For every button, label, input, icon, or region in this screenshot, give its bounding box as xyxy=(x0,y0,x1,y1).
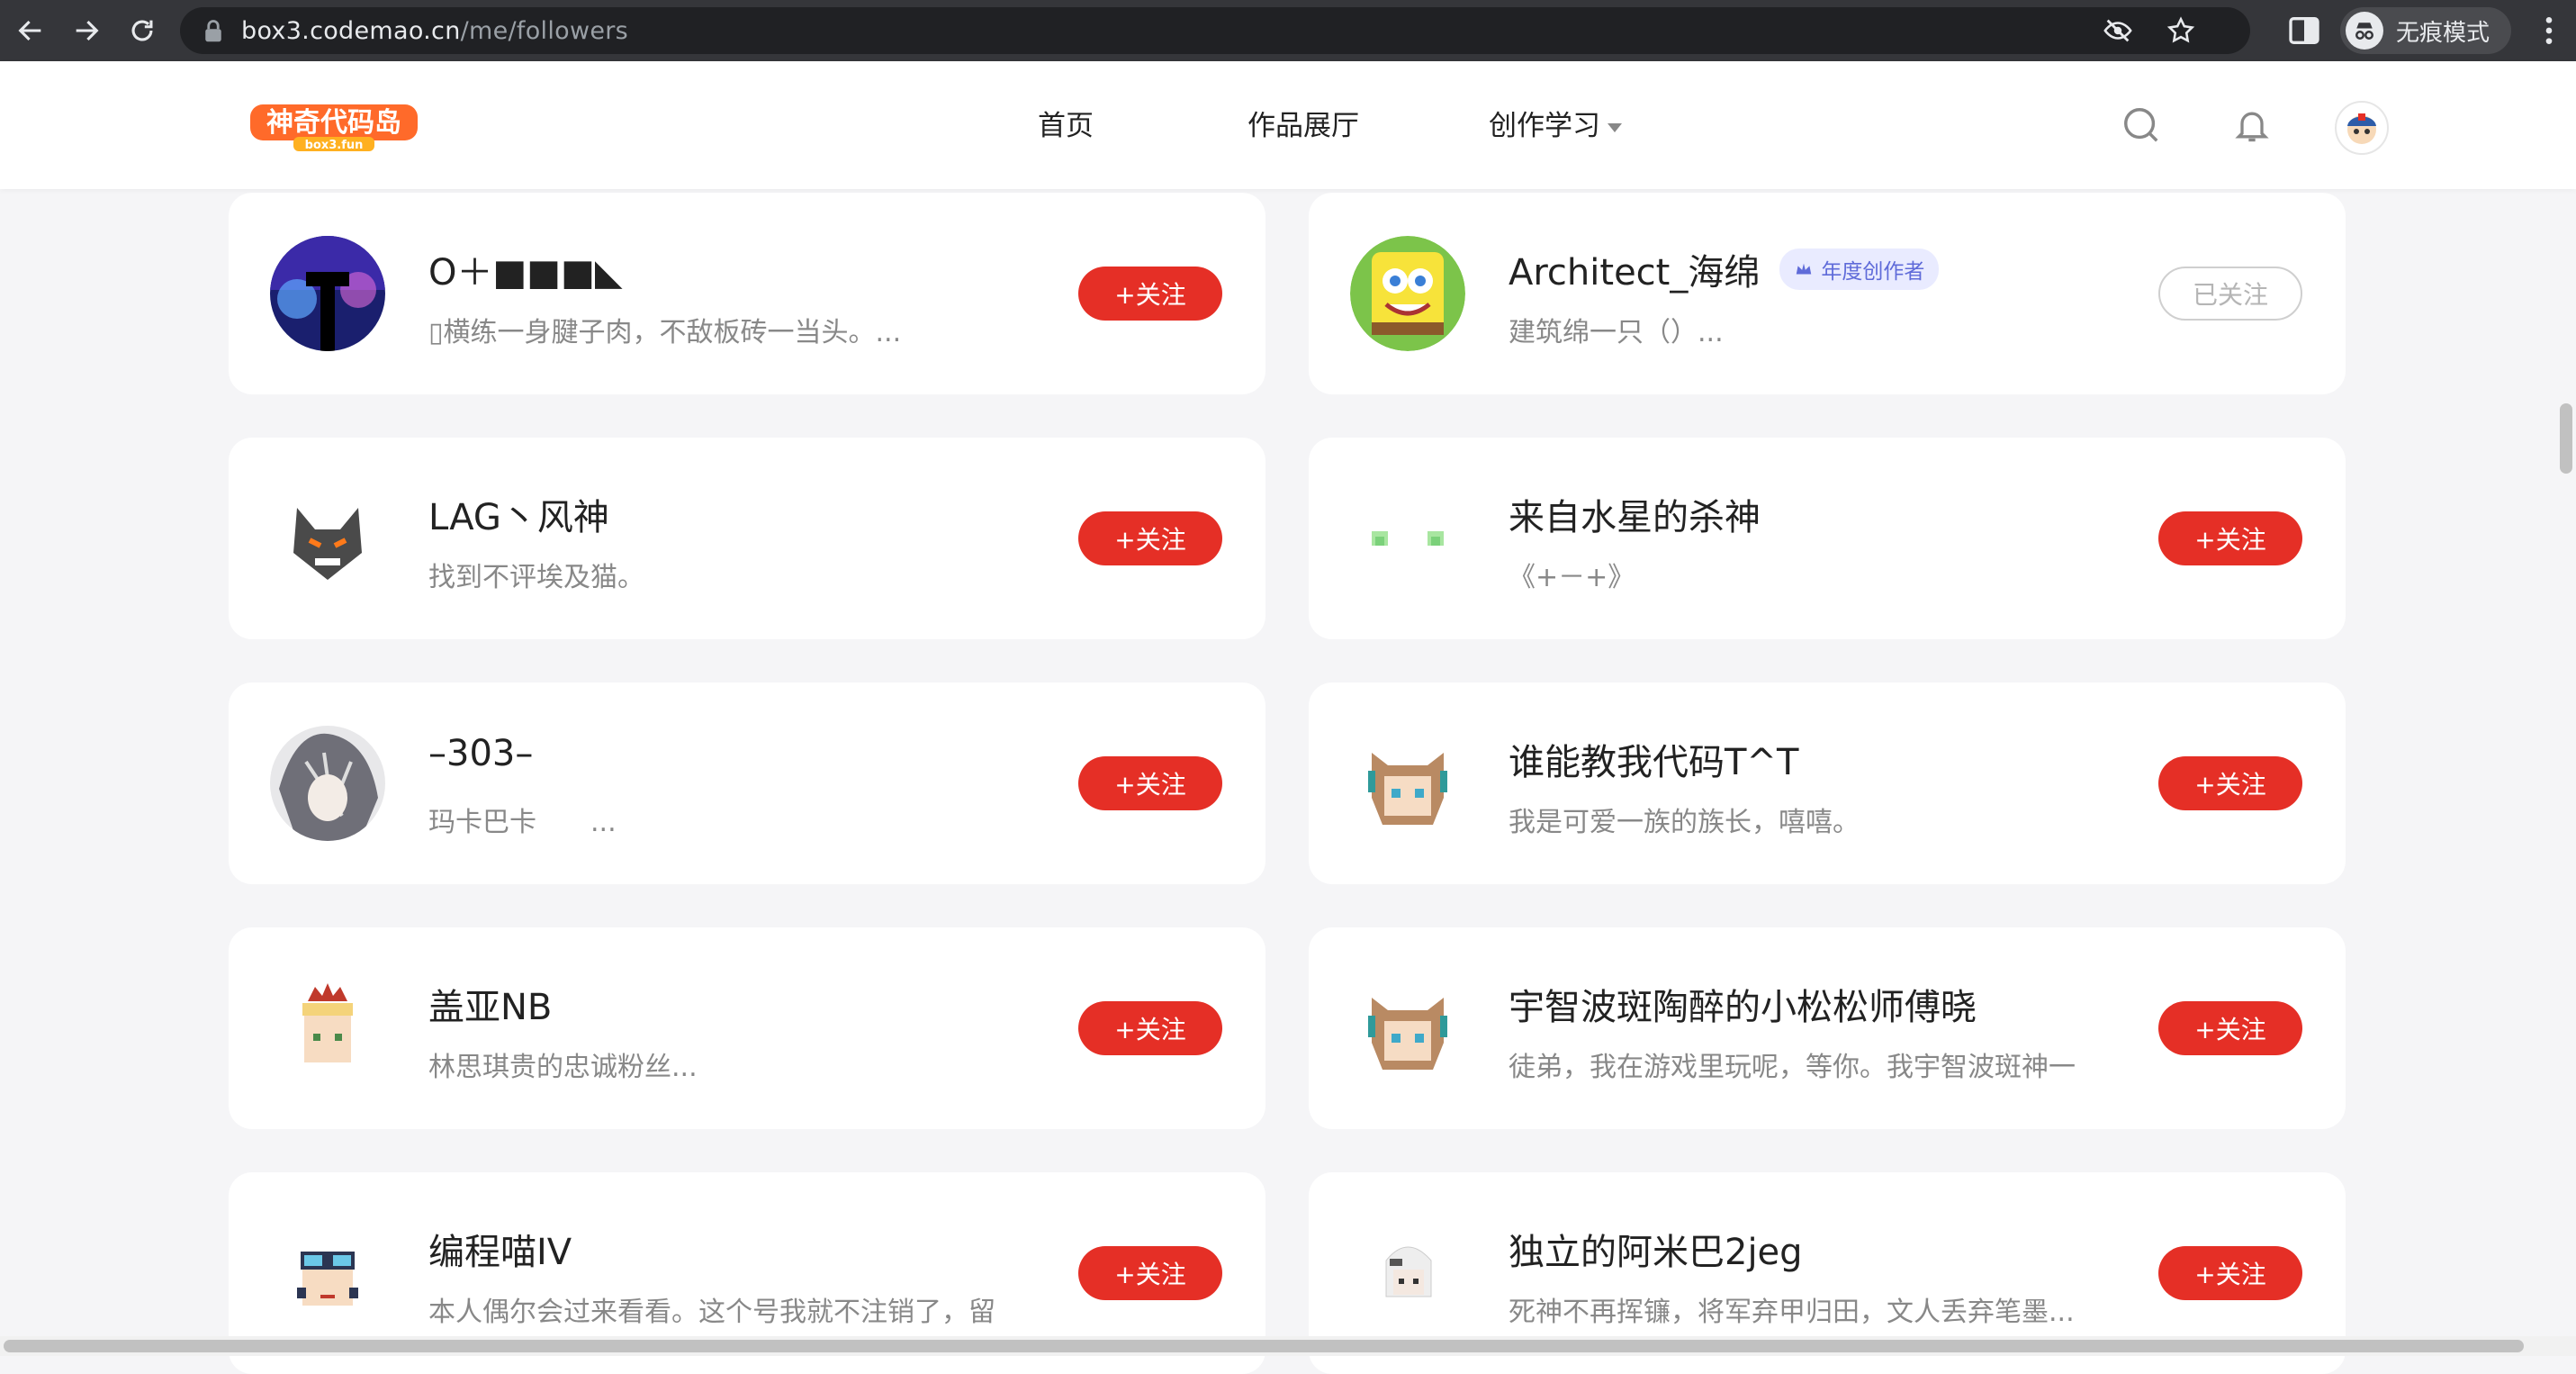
vertical-scroll-thumb[interactable] xyxy=(2560,403,2572,474)
vertical-scrollbar[interactable] xyxy=(2556,189,2576,1347)
url-path: /me/followers xyxy=(460,16,629,45)
follower-bio: ▯横练一身腱子肉，不敌板砖一当头。... xyxy=(428,317,902,348)
follower-card[interactable]: LAG丶风神 找到不评埃及猫。 +关注 xyxy=(229,438,1265,639)
follower-card[interactable]: 宇智波斑陶醉的小松松师傅晓 徒弟，我在游戏里玩呢，等你。我宇智波斑神一 +关注 xyxy=(1309,927,2346,1129)
follower-avatar[interactable] xyxy=(270,236,385,351)
follower-bio: 死神不再挥镰，将军弃甲归田，文人丢弃笔墨... xyxy=(1509,1297,2075,1328)
back-button[interactable] xyxy=(5,5,56,56)
svg-text:神奇代码岛: 神奇代码岛 xyxy=(266,107,401,139)
nav-gallery[interactable]: 作品展厅 xyxy=(1247,103,1359,143)
follower-name[interactable]: Architect_海绵 年度创作者 xyxy=(1509,243,1940,295)
arrow-right-icon xyxy=(76,20,99,41)
follow-button[interactable]: +关注 xyxy=(2158,1001,2302,1055)
follower-bio: 徒弟，我在游戏里玩呢，等你。我宇智波斑神一 xyxy=(1509,1052,2076,1083)
follower-card[interactable]: 盖亚NB 林思琪贵的忠诚粉丝... +关注 xyxy=(229,927,1265,1129)
follower-name[interactable]: 谁能教我代码T^T xyxy=(1509,733,1798,785)
search-icon[interactable] xyxy=(2121,104,2162,146)
follower-name[interactable]: –303– xyxy=(428,733,533,774)
follower-name[interactable]: 宇智波斑陶醉的小松松师傅晓 xyxy=(1509,978,1977,1030)
browser-toolbar: box3.codemao.cn/me/followers 无痕模式 xyxy=(0,0,2576,61)
reload-icon xyxy=(131,20,153,41)
follower-name[interactable]: 编程喵IV xyxy=(428,1223,572,1275)
follower-card[interactable]: 谁能教我代码T^T 我是可爱一族的族长，嘻嘻。 +关注 xyxy=(1309,682,2346,884)
follower-avatar[interactable] xyxy=(1350,481,1465,596)
site-logo[interactable]: 神奇代码岛 box3.fun xyxy=(248,101,419,155)
follower-avatar[interactable] xyxy=(1350,726,1465,841)
follower-name[interactable]: O＋■■■◣ xyxy=(428,243,623,295)
address-bar[interactable]: box3.codemao.cn/me/followers xyxy=(180,7,2250,54)
horizontal-scrollbar[interactable] xyxy=(0,1336,2576,1356)
svg-text:box3.fun: box3.fun xyxy=(305,139,364,152)
horizontal-scroll-thumb[interactable] xyxy=(4,1340,2524,1352)
follower-name[interactable]: 盖亚NB xyxy=(428,978,552,1030)
follower-name[interactable]: LAG丶风神 xyxy=(428,488,609,540)
reload-button[interactable] xyxy=(117,5,167,56)
eye-off-icon[interactable] xyxy=(2103,15,2133,46)
followed-button[interactable]: 已关注 xyxy=(2158,267,2302,321)
follow-button[interactable]: +关注 xyxy=(1078,267,1222,321)
follower-bio: 建筑绵一只（）... xyxy=(1509,317,1724,348)
follower-bio: 林思琪贵的忠诚粉丝... xyxy=(428,1052,698,1083)
crown-icon xyxy=(1797,263,1812,275)
user-avatar[interactable] xyxy=(2335,101,2389,155)
follower-name[interactable]: 来自水星的杀神 xyxy=(1509,488,1761,540)
nav-learn-dropdown[interactable]: 创作学习 xyxy=(1489,103,1622,143)
follower-bio: 《+－+》 xyxy=(1509,562,1635,593)
follower-avatar[interactable] xyxy=(270,726,385,841)
follower-avatar[interactable] xyxy=(1350,236,1465,351)
creator-badge: 年度创作者 xyxy=(1779,249,1940,290)
follower-avatar[interactable] xyxy=(270,1216,385,1331)
follower-avatar[interactable] xyxy=(270,971,385,1086)
url-host: box3.codemao.cn xyxy=(241,16,461,45)
follower-avatar[interactable] xyxy=(270,481,385,596)
follow-button[interactable]: +关注 xyxy=(2158,511,2302,565)
follower-avatar[interactable] xyxy=(1350,1216,1465,1331)
lock-icon xyxy=(205,20,221,42)
menu-kebab-icon[interactable] xyxy=(2531,13,2567,49)
follower-name[interactable]: 独立的阿米巴2jeg xyxy=(1509,1223,1803,1275)
arrow-left-icon xyxy=(18,20,41,41)
side-panel-icon[interactable] xyxy=(2286,13,2322,49)
incognito-icon xyxy=(2346,12,2383,50)
follow-button[interactable]: +关注 xyxy=(2158,756,2302,810)
site-header: 神奇代码岛 box3.fun 首页 作品展厅 创作学习 xyxy=(0,61,2576,189)
caret-down-icon xyxy=(1608,122,1622,132)
follower-card[interactable]: –303– 玛卡巴卡 ... +关注 xyxy=(229,682,1265,884)
follower-bio: 玛卡巴卡 ... xyxy=(428,807,617,838)
url-text: box3.codemao.cn/me/followers xyxy=(241,17,628,45)
follower-card[interactable]: O＋■■■◣ ▯横练一身腱子肉，不敌板砖一当头。... +关注 xyxy=(229,193,1265,394)
follow-button[interactable]: +关注 xyxy=(1078,511,1222,565)
follower-avatar[interactable] xyxy=(1350,971,1465,1086)
incognito-indicator[interactable]: 无痕模式 xyxy=(2340,7,2512,54)
follower-card[interactable]: 来自水星的杀神 《+－+》 +关注 xyxy=(1309,438,2346,639)
follower-bio: 找到不评埃及猫。 xyxy=(428,562,644,593)
forward-button[interactable] xyxy=(61,5,112,56)
follow-button[interactable]: +关注 xyxy=(1078,1246,1222,1300)
follower-bio: 本人偶尔会过来看看。这个号我就不注销了，留 xyxy=(428,1297,995,1328)
bell-icon[interactable] xyxy=(2232,104,2272,146)
follower-card[interactable]: Architect_海绵 年度创作者 建筑绵一只（）... 已关注 xyxy=(1309,193,2346,394)
follow-button[interactable]: +关注 xyxy=(1078,1001,1222,1055)
follow-button[interactable]: +关注 xyxy=(2158,1246,2302,1300)
follower-bio: 我是可爱一族的族长，嘻嘻。 xyxy=(1509,807,1860,838)
nav-home[interactable]: 首页 xyxy=(1038,103,1094,143)
star-icon[interactable] xyxy=(2166,15,2196,46)
incognito-label: 无痕模式 xyxy=(2396,19,2490,47)
follow-button[interactable]: +关注 xyxy=(1078,756,1222,810)
